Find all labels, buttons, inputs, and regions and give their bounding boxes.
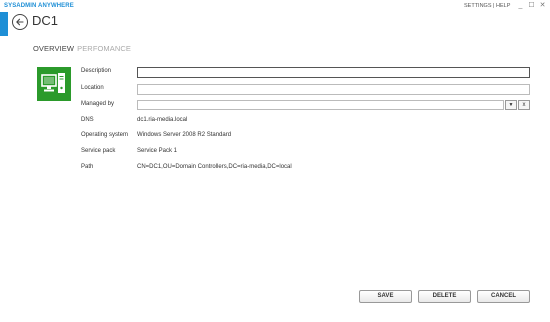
- page-title: DC1: [32, 13, 59, 28]
- help-link[interactable]: HELP: [496, 3, 510, 9]
- computer-icon: [37, 67, 71, 101]
- minimize-button[interactable]: _: [515, 1, 526, 11]
- path-value: CN=DC1,OU=Domain Controllers,DC=ria-medi…: [137, 164, 292, 170]
- save-button[interactable]: SAVE: [359, 290, 412, 303]
- back-button[interactable]: [12, 14, 28, 30]
- service-pack-value: Service Pack 1: [137, 148, 178, 154]
- maximize-button[interactable]: ☐: [526, 1, 537, 11]
- location-input[interactable]: [137, 84, 530, 95]
- arrow-left-icon: [16, 18, 24, 26]
- managed-by-field[interactable]: [137, 100, 504, 110]
- chevron-down-icon: ▼: [508, 102, 514, 108]
- app-title: SYSADMIN ANYWHERE: [4, 3, 74, 9]
- managed-by-value: [138, 110, 141, 116]
- location-label: Location: [81, 85, 104, 91]
- window-controls: _ ☐ ✕: [515, 1, 548, 11]
- description-label: Description: [81, 68, 112, 74]
- tab-bar: OVERVIEW PERFOMANCE: [33, 44, 131, 53]
- tab-overview[interactable]: OVERVIEW: [33, 44, 74, 53]
- managed-by-clear-button[interactable]: x: [518, 100, 530, 110]
- cancel-button[interactable]: CANCEL: [477, 290, 530, 303]
- service-pack-label: Service pack: [81, 148, 116, 154]
- dns-value: dc1.ria-media.local: [137, 117, 188, 123]
- managed-by-label: Managed by: [81, 101, 115, 107]
- dns-label: DNS: [81, 117, 94, 123]
- tab-performance[interactable]: PERFOMANCE: [77, 44, 131, 53]
- operating-system-label: Operating system: [81, 132, 129, 138]
- operating-system-value: Windows Server 2008 R2 Standard: [137, 132, 232, 138]
- clear-icon: x: [522, 102, 526, 108]
- top-links: SETTINGS | HELP: [464, 3, 510, 9]
- managed-by-dropdown-button[interactable]: ▼: [505, 100, 517, 110]
- settings-link[interactable]: SETTINGS: [464, 3, 492, 9]
- close-button[interactable]: ✕: [537, 1, 548, 11]
- title-bar: SYSADMIN ANYWHERE SETTINGS | HELP _ ☐ ✕: [0, 0, 550, 12]
- accent-bar: [0, 12, 8, 36]
- delete-button[interactable]: DELETE: [418, 290, 471, 303]
- description-input[interactable]: [137, 67, 530, 78]
- path-label: Path: [81, 164, 94, 170]
